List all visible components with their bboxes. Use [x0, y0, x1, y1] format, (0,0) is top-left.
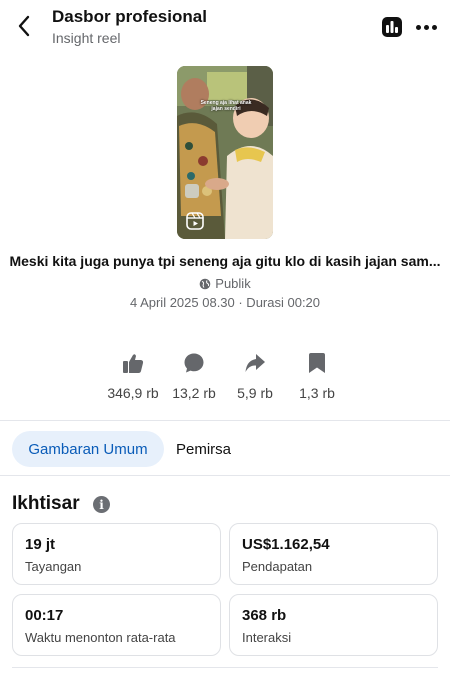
- bookmark-icon: [309, 353, 325, 373]
- globe-icon: [199, 278, 211, 289]
- metric-value: 00:17: [25, 607, 64, 624]
- divider: [0, 475, 450, 476]
- stat-saves-value: 1,3 rb: [299, 385, 335, 401]
- tab-overview[interactable]: Gambaran Umum: [12, 431, 164, 467]
- privacy-label: Publik: [215, 276, 251, 291]
- chevron-left-icon: [18, 15, 30, 37]
- thumbnail-overlay-text: Seneng aja lihat anak jajan sendiri: [200, 100, 252, 112]
- metric-value: 19 jt: [25, 536, 56, 553]
- metric-label: Pendapatan: [242, 559, 313, 574]
- overview-title: Ikhtisar: [12, 493, 80, 514]
- metric-card-views[interactable]: 19 jt Tayangan: [12, 523, 221, 585]
- engagement-stats: 346,9 rb 13,2 rb 5,9 rb 1,3 rb: [0, 350, 450, 405]
- reel-icon: [186, 212, 204, 230]
- metric-label: Waktu menonton rata-rata: [25, 630, 176, 645]
- metric-card-avg-watch-time[interactable]: 00:17 Waktu menonton rata-rata: [12, 594, 221, 656]
- like-icon: [123, 354, 144, 373]
- divider: [12, 667, 438, 668]
- more-options-button[interactable]: [412, 16, 440, 38]
- post-date-duration: 4 April 2025 08.30 · Durasi 00:20: [129, 295, 321, 310]
- insights-button[interactable]: [381, 16, 403, 38]
- page-subtitle: Insight reel: [52, 30, 121, 46]
- metric-card-interactions[interactable]: 368 rb Interaksi: [229, 594, 438, 656]
- post-caption: Meski kita juga punya tpi seneng aja git…: [9, 253, 441, 269]
- page-title: Dasbor profesional: [52, 7, 207, 26]
- metric-label: Tayangan: [25, 559, 82, 574]
- comment-icon: [184, 353, 204, 373]
- metric-value: 368 rb: [242, 607, 287, 624]
- bar-chart-icon: [382, 17, 402, 37]
- divider: [0, 420, 450, 421]
- metric-card-earnings[interactable]: US$1.162,54 Pendapatan: [229, 523, 438, 585]
- privacy-indicator: Publik: [0, 276, 450, 291]
- metric-value: US$1.162,54: [242, 536, 330, 553]
- back-button[interactable]: [10, 12, 38, 40]
- top-bar: Dasbor profesional Insight reel: [0, 0, 450, 56]
- share-icon: [245, 354, 265, 372]
- more-horizontal-icon: [415, 24, 421, 30]
- stat-saves[interactable]: 1,3 rb: [277, 350, 357, 401]
- info-icon[interactable]: i: [93, 496, 110, 513]
- metric-label: Interaksi: [242, 630, 292, 645]
- tab-audience[interactable]: Pemirsa: [176, 431, 231, 467]
